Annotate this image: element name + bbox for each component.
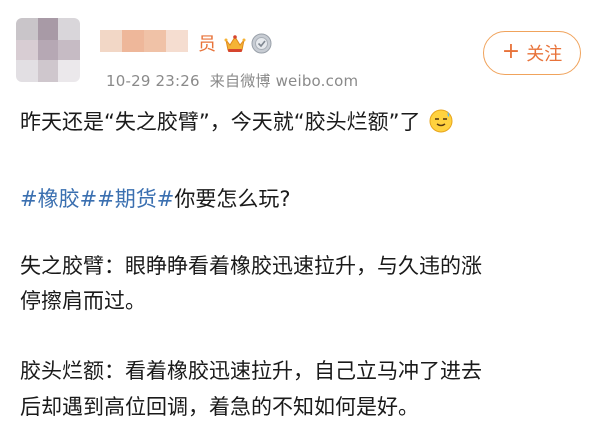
post-line: 后却遇到高位回调，着急的不知如何是好。 — [20, 395, 419, 419]
author-name-suffix[interactable]: 员 — [198, 30, 216, 56]
avatar[interactable] — [16, 18, 80, 82]
hashtag-rubber[interactable]: #橡胶# — [20, 187, 97, 211]
follow-label: 关注 — [526, 44, 563, 65]
post-text: 昨天还是“失之胶臂”，今天就“胶头烂额”了 — [20, 110, 421, 134]
post-line: 昨天还是“失之胶臂”，今天就“胶头烂额”了 — [20, 105, 453, 139]
plus-icon: + — [501, 39, 521, 64]
hashtag-futures[interactable]: #期货# — [97, 187, 174, 211]
post-source: 来自微博 weibo.com — [209, 72, 359, 90]
post-header: 员 10-29 23:26 来自微博 weibo.com + 关注 — [0, 0, 600, 100]
sweat-smile-emoji-icon — [429, 109, 453, 133]
crown-icon — [224, 35, 246, 52]
post-line: 失之胶臂：眼睁睁看着橡胶迅速拉升，与久违的涨 — [20, 254, 482, 278]
author-name-redacted[interactable] — [100, 30, 200, 52]
timestamp[interactable]: 10-29 23:26 — [106, 72, 200, 90]
follow-button[interactable]: + 关注 — [483, 31, 581, 75]
post-text: 你要怎么玩? — [174, 187, 291, 211]
post-line: #橡胶##期货#你要怎么玩? — [20, 182, 291, 216]
post-line: 胶头烂额：看着橡胶迅速拉升，自己立马冲了进去 — [20, 359, 482, 383]
medal-icon — [251, 33, 272, 54]
post-meta: 10-29 23:26 来自微博 weibo.com — [106, 70, 358, 91]
post-line: 停擦肩而过。 — [20, 289, 146, 313]
